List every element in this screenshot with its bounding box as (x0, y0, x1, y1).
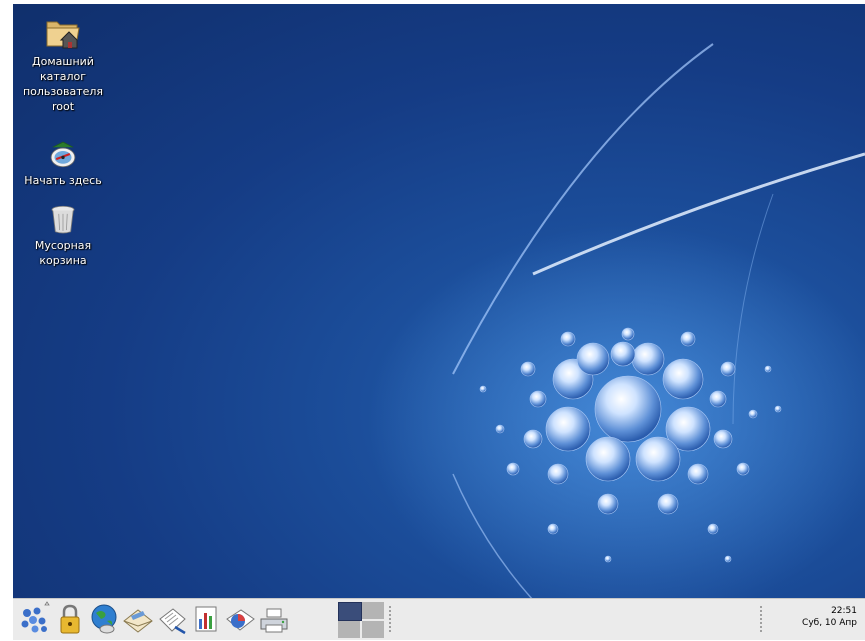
start-here-icon (50, 141, 76, 168)
wallpaper-drop (547, 463, 569, 485)
desktop-icon-home[interactable]: Домашний каталог пользователя root (13, 12, 113, 114)
wallpaper-drop (594, 375, 662, 443)
trash-icon (51, 205, 75, 234)
main-menu-icon[interactable] (17, 601, 51, 637)
clock-time: 22:51 (831, 606, 857, 616)
wallpaper-drop (576, 342, 610, 376)
wallpaper-drop (635, 436, 681, 482)
wallpaper-drop (662, 358, 704, 400)
workspace-3[interactable] (338, 621, 360, 638)
home-folder-icon (46, 21, 80, 49)
wallpaper-drop (709, 390, 727, 408)
wallpaper-drop (736, 462, 750, 476)
wallpaper-drop (720, 361, 736, 377)
presentation-icon[interactable] (223, 601, 257, 637)
desktop-icon-label: Начать здесь (24, 174, 102, 187)
wallpaper-drop (680, 331, 696, 347)
workspace-2[interactable] (362, 602, 384, 619)
bottom-panel: 22:51 Суб, 10 Апр (13, 598, 865, 640)
workspace-1[interactable] (338, 602, 362, 621)
workspace-4[interactable] (362, 621, 384, 638)
wallpaper-drop (520, 361, 536, 377)
wallpaper-drop (597, 493, 619, 515)
wallpaper-drop (585, 436, 631, 482)
panel-drag-handle[interactable] (388, 605, 392, 633)
wallpaper-drop (560, 331, 576, 347)
desktop-icon-trash[interactable]: Мусорная корзина (13, 202, 113, 268)
wallpaper-drop (545, 406, 591, 452)
wallpaper-drop (631, 342, 665, 376)
desktop-icon-label: Домашний каталог пользователя root (22, 55, 104, 113)
wallpaper-drop (610, 341, 636, 367)
wallpaper-drop (707, 523, 719, 535)
wallpaper-drop (748, 409, 758, 419)
clock-date: Суб, 10 Апр (802, 618, 857, 628)
wallpaper-drop (621, 327, 635, 341)
wallpaper-drop (724, 555, 732, 563)
desktop-background[interactable]: Домашний каталог пользователя root Начат… (13, 4, 865, 600)
wallpaper-drop (529, 390, 547, 408)
desktop-icon-start-here[interactable]: Начать здесь (13, 137, 113, 188)
wallpaper-drop (774, 405, 782, 413)
web-browser-icon[interactable] (87, 601, 121, 637)
wallpaper-drop (495, 424, 505, 434)
wallpaper-art (368, 43, 865, 600)
wallpaper-drop (506, 462, 520, 476)
wallpaper-drop (657, 493, 679, 515)
wallpaper-drop (764, 365, 772, 373)
wallpaper-drop (687, 463, 709, 485)
email-icon[interactable] (121, 601, 155, 637)
print-manager-icon[interactable] (257, 601, 291, 637)
wallpaper-drop (604, 555, 612, 563)
wallpaper-drop (713, 429, 733, 449)
wallpaper-drop (523, 429, 543, 449)
workspace-switcher[interactable] (338, 602, 384, 638)
clock[interactable]: 22:51 Суб, 10 Апр (802, 605, 857, 629)
wallpaper-drop (479, 385, 487, 393)
word-processor-icon[interactable] (155, 601, 189, 637)
spreadsheet-icon[interactable] (189, 601, 223, 637)
lock-icon[interactable] (53, 601, 87, 637)
panel-drag-handle[interactable] (759, 605, 763, 633)
wallpaper-drop (547, 523, 559, 535)
desktop-icon-label: Мусорная корзина (34, 239, 92, 267)
